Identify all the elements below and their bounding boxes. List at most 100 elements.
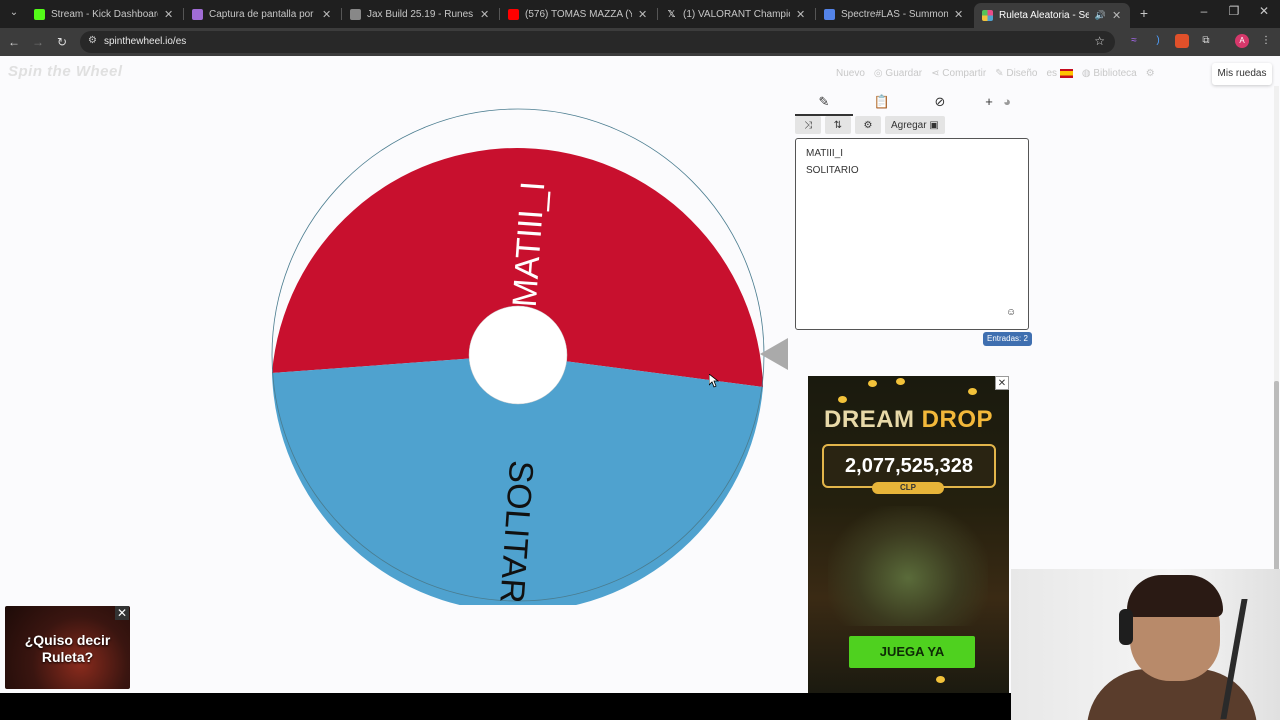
menu-share[interactable]: ⋖ Compartir <box>931 68 986 79</box>
reload-icon[interactable]: ↻ <box>54 34 70 50</box>
menu-design[interactable]: ✎ Diseño <box>995 68 1037 79</box>
wheel-thumbnail-icon[interactable]: ◕ <box>997 92 1017 112</box>
opgg-favicon-icon <box>824 8 835 20</box>
back-icon[interactable]: ← <box>6 34 22 50</box>
site-menu: Nuevo ◎ Guardar ⋖ Compartir ✎ Diseño es … <box>836 68 1155 79</box>
tab-title: (576) TOMÁS MAZZA (Y ALONSO <box>525 8 632 20</box>
kick-favicon-icon <box>34 8 45 20</box>
coin <box>936 676 945 683</box>
mouse-cursor-icon <box>709 374 719 388</box>
menu-save[interactable]: ◎ Guardar <box>874 68 922 79</box>
extension-icon[interactable] <box>1175 34 1189 48</box>
browser-tab[interactable]: Jax Build 25.19 - Runes, Items, ✕ <box>342 3 498 25</box>
coin <box>838 396 847 403</box>
add-wheel-icon[interactable]: + <box>979 92 999 112</box>
close-tab-icon[interactable]: ✕ <box>322 8 332 21</box>
page-scrollbar-thumb[interactable] <box>1274 381 1279 571</box>
leaf-favicon-icon <box>350 8 361 20</box>
brush-icon: ✎ <box>995 68 1007 79</box>
tab-title: Captura de pantalla por Lightshot <box>209 8 316 20</box>
emoji-icon[interactable]: ☺ <box>1006 307 1018 319</box>
entry-line: SOLITARIO <box>806 165 859 176</box>
url-text: spinthewheel.io/es <box>104 36 187 47</box>
settings-icon[interactable]: ⚙ <box>855 116 881 134</box>
ad-title: DREAM DROP <box>808 406 1009 434</box>
save-icon: ◎ <box>873 68 886 79</box>
spain-flag-icon <box>1059 68 1073 78</box>
lightshot-favicon-icon <box>192 8 203 20</box>
extension-icon[interactable]: ≈ <box>1127 34 1141 48</box>
minimize-icon[interactable]: – <box>1196 4 1212 18</box>
streamer-hair <box>1127 575 1223 617</box>
editor-toolbar: ⤨ ⇅ ⚙ Agregar ▣ <box>795 116 945 134</box>
tab-search-icon[interactable]: ⌄ <box>6 5 22 21</box>
my-wheels-button[interactable]: Mis ruedas <box>1212 63 1272 85</box>
advertisement[interactable]: DREAM DROP 2,077,525,328 CLP JUEGA YA <box>808 376 1009 693</box>
site-logo[interactable]: Spin the Wheel <box>8 63 123 80</box>
coin <box>968 388 977 395</box>
ad-cta-button[interactable]: JUEGA YA <box>849 636 975 668</box>
shuffle-icon[interactable]: ⤨ <box>795 116 821 134</box>
coin <box>896 378 905 385</box>
editor-tabs: ✎ 📋 ⊘ + ◕ <box>795 92 1029 114</box>
bottom-bar <box>0 693 1011 720</box>
close-tab-icon[interactable]: ✕ <box>480 8 490 21</box>
ad-close-icon[interactable]: ✕ <box>995 376 1009 390</box>
menu-new[interactable]: Nuevo <box>836 68 865 79</box>
ad-title-part: DREAM <box>823 406 915 433</box>
spin-wheel[interactable]: MATIII_I SOLITARIO <box>268 105 768 605</box>
new-tab-button[interactable]: + <box>1136 4 1152 22</box>
browser-tab[interactable]: Captura de pantalla por Lightshot ✕ <box>184 3 340 25</box>
sort-icon[interactable]: ⇅ <box>825 116 851 134</box>
close-tab-icon[interactable]: ✕ <box>954 8 964 21</box>
address-bar[interactable]: ⚙ spinthewheel.io/es ☆ <box>80 31 1115 53</box>
promo-text: ¿Quiso decir Ruleta? <box>5 632 130 666</box>
close-window-icon[interactable]: ✕ <box>1256 4 1272 18</box>
coin <box>868 380 877 387</box>
entries-count-badge: Entradas: 2 <box>983 332 1032 346</box>
close-tab-icon[interactable]: ✕ <box>638 8 648 21</box>
bookmark-star-icon[interactable]: ☆ <box>1094 34 1105 48</box>
entries-textarea[interactable]: MATIII_I SOLITARIO <box>795 138 1029 330</box>
add-image-label: Agregar <box>891 119 927 131</box>
menu-library[interactable]: ◍ Biblioteca <box>1082 68 1137 79</box>
browser-tab[interactable]: Spectre#LAS - Summoner Stats ✕ <box>816 3 972 25</box>
clipboard-results-icon[interactable]: 📋 <box>872 92 892 112</box>
share-icon: ⋖ <box>931 68 943 79</box>
settings-gear-icon[interactable]: ⚙ <box>1146 68 1155 79</box>
forward-icon[interactable]: → <box>30 34 46 50</box>
close-tab-icon[interactable]: ✕ <box>1112 9 1122 22</box>
menu-share-label: Compartir <box>942 68 987 79</box>
promo-line: Ruleta? <box>41 649 94 665</box>
tab-title: Jax Build 25.19 - Runes, Items, <box>367 8 474 20</box>
close-tab-icon[interactable]: ✕ <box>164 8 174 21</box>
close-tab-icon[interactable]: ✕ <box>796 8 806 21</box>
site-settings-icon[interactable]: ⚙ <box>88 35 100 49</box>
headset-icon <box>1119 609 1133 645</box>
wheel-center[interactable] <box>468 305 568 405</box>
browser-tab[interactable]: 𝕏 (1) VALORANT Champions Tour ✕ <box>658 3 814 25</box>
browser-tab[interactable]: Stream - Kick Dashboard ✕ <box>26 3 182 25</box>
browser-toolbar: ← → ↻ ⚙ spinthewheel.io/es ☆ ≈ ) ⧉ A ⋮ <box>0 28 1280 56</box>
add-image-button[interactable]: Agregar ▣ <box>885 116 945 134</box>
tab-audio-icon[interactable]: 🔊 <box>1095 10 1106 21</box>
edit-pencil-icon[interactable]: ✎ <box>814 92 834 112</box>
restore-icon[interactable]: ❐ <box>1226 4 1242 18</box>
menu-language[interactable]: es <box>1047 68 1073 79</box>
ad-title-part: DROP <box>921 406 993 433</box>
browser-tab[interactable]: (576) TOMÁS MAZZA (Y ALONSO ✕ <box>500 3 656 25</box>
promo-close-icon[interactable]: ✕ <box>115 606 129 620</box>
hide-eye-icon[interactable]: ⊘ <box>930 92 950 112</box>
menu-design-label: Diseño <box>1006 68 1038 79</box>
extension-icon[interactable]: ) <box>1151 34 1165 48</box>
promo-ruleta-ad[interactable]: ¿Quiso decir Ruleta? <box>5 606 130 689</box>
ad-characters-image <box>828 506 988 626</box>
profile-avatar[interactable]: A <box>1235 34 1249 48</box>
extensions-puzzle-icon[interactable]: ⧉ <box>1199 34 1213 48</box>
ad-currency: CLP <box>872 482 944 494</box>
tab-title: (1) VALORANT Champions Tour <box>683 8 790 20</box>
screen: ⌄ Stream - Kick Dashboard ✕ Captura de p… <box>0 0 1280 720</box>
kebab-menu-icon[interactable]: ⋮ <box>1259 34 1273 48</box>
browser-tab-active[interactable]: Ruleta Aleatoria - Selector 🔊 ✕ <box>974 3 1130 28</box>
menu-save-label: Guardar <box>885 68 923 79</box>
